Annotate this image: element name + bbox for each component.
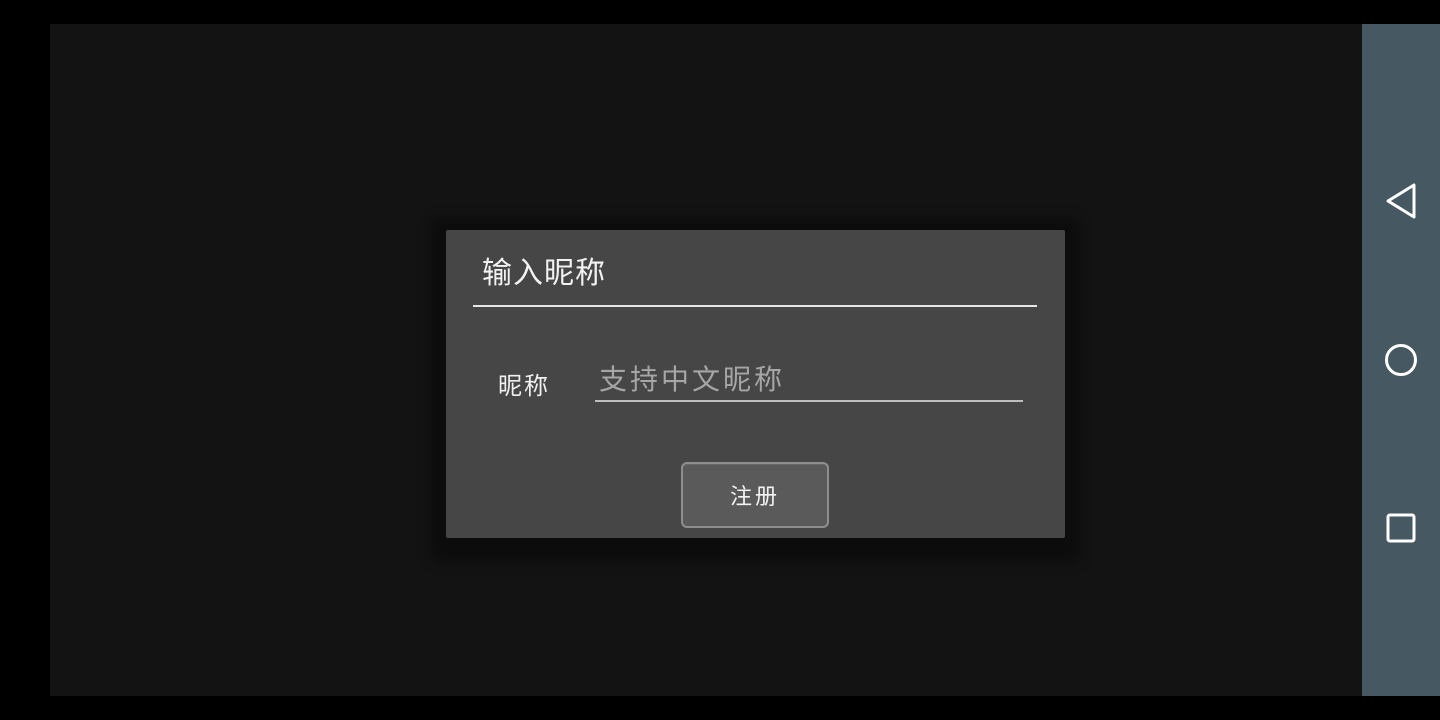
title-divider	[473, 305, 1037, 307]
recent-square-icon	[1386, 513, 1416, 543]
navigation-bar	[1362, 24, 1440, 696]
dialog-title: 输入昵称	[482, 256, 606, 291]
nav-home-button[interactable]	[1376, 335, 1426, 385]
nickname-label: 昵称	[498, 372, 550, 400]
device-screen: 输入昵称 昵称 注册	[0, 0, 1440, 720]
nav-back-button[interactable]	[1376, 176, 1426, 226]
register-button[interactable]: 注册	[681, 462, 829, 528]
back-triangle-icon	[1386, 183, 1416, 219]
nickname-dialog: 输入昵称 昵称 注册	[446, 230, 1065, 538]
nav-recent-button[interactable]	[1376, 503, 1426, 553]
home-circle-icon	[1385, 344, 1417, 376]
app-area: 输入昵称 昵称 注册	[50, 24, 1362, 696]
nickname-input[interactable]	[595, 358, 1023, 402]
